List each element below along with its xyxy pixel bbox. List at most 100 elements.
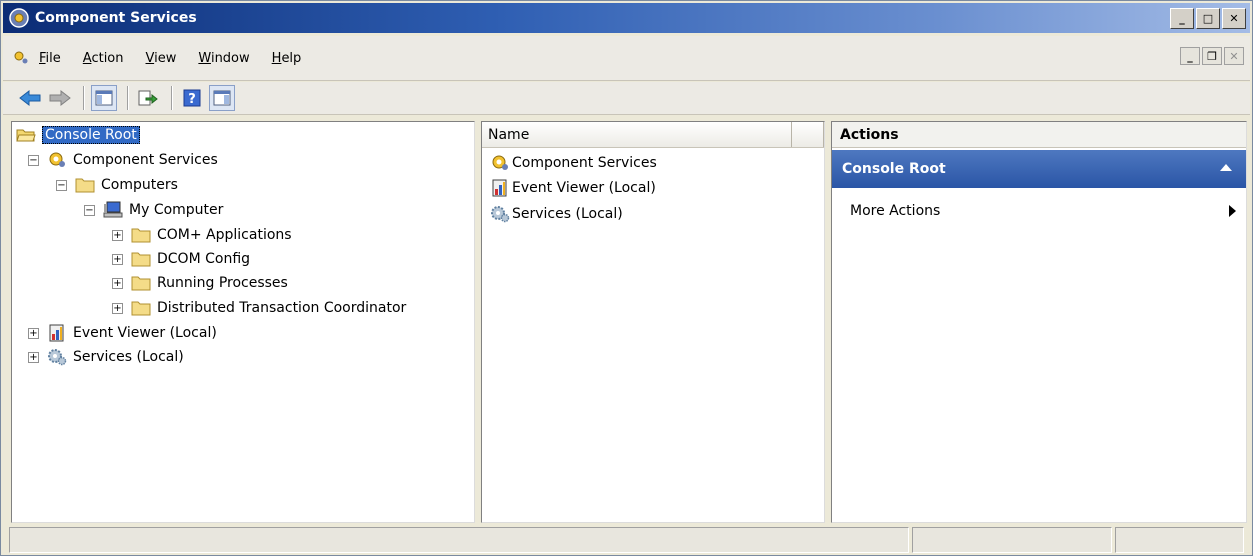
menu-help-rest: elp bbox=[281, 50, 302, 66]
tree-item-label: Component Services bbox=[73, 152, 218, 168]
actions-section-label: Console Root bbox=[842, 161, 946, 177]
show-hide-console-tree-icon bbox=[95, 90, 113, 106]
tree-item-event-viewer[interactable]: + Event Viewer (Local) bbox=[28, 322, 217, 344]
services-gear-icon bbox=[491, 206, 510, 223]
open-folder-icon bbox=[16, 129, 36, 142]
show-hide-console-tree-button[interactable] bbox=[91, 85, 117, 111]
list-item[interactable]: Component Services bbox=[490, 152, 657, 174]
list-item-label: Services (Local) bbox=[512, 206, 623, 222]
minimize-icon: _ bbox=[1187, 49, 1193, 63]
tree-item-label: Computers bbox=[101, 177, 178, 193]
menu-help[interactable]: Help bbox=[272, 51, 302, 66]
more-actions-item[interactable]: More Actions bbox=[850, 200, 1242, 222]
component-services-icon bbox=[492, 155, 508, 170]
toolbar-separator bbox=[83, 86, 85, 110]
list-item-label: Component Services bbox=[512, 155, 657, 171]
mdi-close-button[interactable]: ✕ bbox=[1224, 47, 1244, 65]
menu-action-rest: ction bbox=[91, 50, 124, 66]
component-services-icon bbox=[49, 152, 65, 167]
actions-section-console-root[interactable]: Console Root bbox=[832, 150, 1246, 188]
more-actions-label: More Actions bbox=[850, 203, 941, 219]
computer-icon bbox=[103, 201, 123, 218]
menu-action[interactable]: Action bbox=[83, 51, 124, 66]
system-menu-icon[interactable] bbox=[13, 50, 29, 66]
event-viewer-icon bbox=[49, 324, 64, 342]
tree-item-label: Distributed Transaction Coordinator bbox=[157, 300, 407, 316]
list-item[interactable]: Services (Local) bbox=[490, 203, 623, 225]
actions-pane: Actions Console Root More Actions bbox=[831, 121, 1247, 523]
tree-item-running-processes[interactable]: + Running Processes bbox=[112, 272, 288, 294]
list-header: Name bbox=[482, 122, 824, 148]
tree-item-label: Services (Local) bbox=[73, 349, 184, 365]
menu-view-rest: iew bbox=[154, 50, 177, 66]
expand-icon[interactable]: + bbox=[28, 351, 39, 363]
window-title: Component Services bbox=[35, 10, 197, 26]
export-list-icon bbox=[138, 90, 158, 106]
close-button[interactable]: ✕ bbox=[1222, 7, 1246, 29]
menu-help-mnemonic: H bbox=[271, 50, 282, 66]
maximize-button[interactable]: □ bbox=[1196, 7, 1220, 29]
toolbar-separator bbox=[127, 86, 129, 110]
console-tree-pane[interactable]: Console Root − Component Services − Comp… bbox=[11, 121, 475, 523]
back-button[interactable] bbox=[17, 85, 43, 111]
menu-window-rest: indow bbox=[210, 50, 250, 66]
status-segment-3 bbox=[1115, 527, 1244, 553]
collapse-arrow-icon[interactable] bbox=[1220, 164, 1232, 171]
menu-view-mnemonic: V bbox=[145, 50, 155, 66]
menu-window[interactable]: Window bbox=[198, 51, 249, 66]
column-header-label: Name bbox=[488, 126, 530, 143]
tree-item-label: COM+ Applications bbox=[157, 227, 292, 243]
close-icon: ✕ bbox=[1229, 11, 1239, 25]
tree-item-console-root[interactable]: Console Root bbox=[16, 124, 140, 146]
tree-item-distributed-transaction-coordinator[interactable]: + Distributed Transaction Coordinator bbox=[112, 297, 406, 319]
list-item[interactable]: Event Viewer (Local) bbox=[490, 177, 656, 199]
mdi-restore-button[interactable]: ❐ bbox=[1202, 47, 1222, 65]
show-hide-action-pane-icon bbox=[213, 90, 231, 106]
expand-icon[interactable]: + bbox=[112, 277, 123, 289]
tree-item-label: Event Viewer (Local) bbox=[73, 325, 217, 341]
minimize-button[interactable]: _ bbox=[1170, 7, 1194, 29]
submenu-arrow-icon bbox=[1229, 205, 1236, 217]
maximize-icon: □ bbox=[1202, 11, 1214, 25]
collapse-icon[interactable]: − bbox=[84, 204, 95, 216]
svg-text:?: ? bbox=[188, 92, 196, 107]
menu-file[interactable]: File bbox=[39, 51, 61, 66]
minimize-icon: _ bbox=[1179, 11, 1185, 25]
title-bar[interactable]: Component Services _ □ ✕ bbox=[3, 3, 1250, 33]
tree-item-my-computer[interactable]: − My Computer bbox=[84, 199, 223, 221]
menu-window-mnemonic: W bbox=[198, 50, 211, 66]
tree-item-label: My Computer bbox=[129, 202, 224, 218]
expand-icon[interactable]: + bbox=[112, 253, 123, 265]
tree-item-label: Running Processes bbox=[157, 275, 288, 291]
actions-header-label: Actions bbox=[840, 126, 899, 143]
forward-button[interactable] bbox=[47, 85, 73, 111]
mdi-minimize-button[interactable]: _ bbox=[1180, 47, 1200, 65]
help-button[interactable]: ? bbox=[179, 85, 205, 111]
column-header-name[interactable]: Name bbox=[482, 122, 792, 147]
column-header-blank[interactable] bbox=[792, 122, 824, 147]
folder-icon bbox=[131, 228, 151, 243]
menu-view[interactable]: View bbox=[146, 51, 177, 66]
folder-icon bbox=[131, 252, 151, 267]
tree-item-label: DCOM Config bbox=[157, 251, 251, 267]
menu-bar: File Action View Window Help _ ❐ ✕ bbox=[3, 36, 1250, 81]
tree-item-component-services[interactable]: − Component Services bbox=[28, 149, 218, 171]
forward-icon bbox=[49, 89, 71, 107]
collapse-icon[interactable]: − bbox=[28, 154, 39, 166]
folder-icon bbox=[75, 178, 95, 193]
tree-item-services[interactable]: + Services (Local) bbox=[28, 346, 184, 368]
expand-icon[interactable]: + bbox=[28, 327, 39, 339]
list-view-pane[interactable]: Name Component Services Event Viewer (Lo… bbox=[481, 121, 825, 523]
tree-item-dcom-config[interactable]: + DCOM Config bbox=[112, 248, 250, 270]
toolbar: ? bbox=[3, 82, 1250, 115]
menu-file-rest: ile bbox=[45, 50, 61, 66]
tree-item-computers[interactable]: − Computers bbox=[56, 174, 178, 196]
status-segment-2 bbox=[912, 527, 1112, 553]
back-icon bbox=[19, 89, 41, 107]
expand-icon[interactable]: + bbox=[112, 302, 123, 314]
collapse-icon[interactable]: − bbox=[56, 179, 67, 191]
tree-item-com-plus-applications[interactable]: + COM+ Applications bbox=[112, 224, 292, 246]
expand-icon[interactable]: + bbox=[112, 229, 123, 241]
export-list-button[interactable] bbox=[135, 85, 161, 111]
show-hide-action-pane-button[interactable] bbox=[209, 85, 235, 111]
